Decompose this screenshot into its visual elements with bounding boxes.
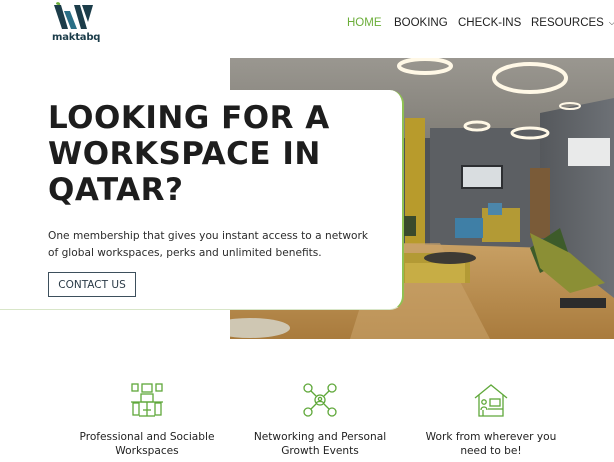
nav-home[interactable]: HOME	[347, 17, 382, 29]
hero-subtitle: One membership that gives you instant ac…	[48, 230, 369, 259]
network-people-icon	[303, 383, 337, 417]
feature-remote-work-label: Work from wherever you need to be!	[425, 431, 557, 457]
feature-workspaces-label: Professional and Sociable Workspaces	[79, 431, 215, 457]
nav-resources[interactable]: RESOURCES ⌵	[531, 17, 614, 29]
feature-networking-label: Networking and Personal Growth Events	[253, 431, 387, 457]
nav-check-ins[interactable]: CHECK-INS	[458, 17, 521, 29]
nav-booking[interactable]: BOOKING	[394, 17, 448, 29]
feature-workspaces: Professional and Sociable Workspaces	[57, 382, 237, 458]
contact-us-button[interactable]: CONTACT US	[48, 272, 136, 297]
nav-resources-label: RESOURCES	[531, 17, 604, 29]
chevron-down-icon: ⌵	[608, 18, 614, 27]
workspace-desk-icon	[131, 383, 163, 417]
main-nav: HOME BOOKING CHECK-INS RESOURCES ⌵	[0, 17, 614, 33]
feature-remote-work: Work from wherever you need to be!	[401, 382, 581, 458]
hero-title: LOOKING FOR A WORKSPACE IN QATAR?	[48, 100, 330, 208]
feature-networking: Networking and Personal Growth Events	[230, 382, 410, 458]
brand-name: maktabq	[52, 32, 101, 43]
home-office-icon	[474, 384, 508, 417]
